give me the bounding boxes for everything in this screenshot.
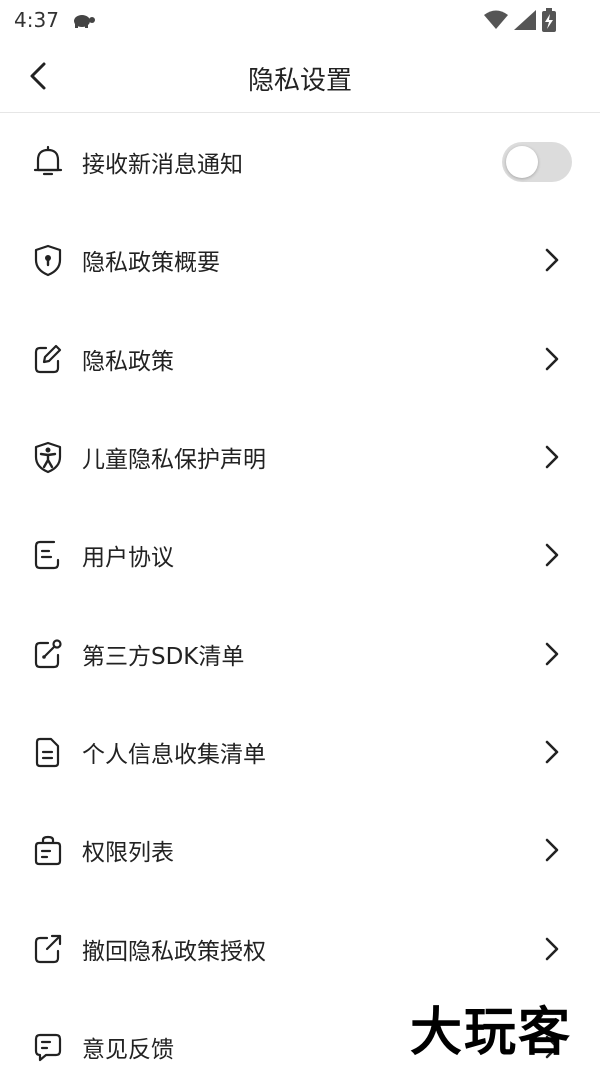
status-bar: 4:37 (0, 0, 600, 40)
wifi-icon (484, 10, 508, 34)
signal-icon (514, 10, 536, 34)
chevron-right-icon (540, 935, 564, 963)
watermark: 大玩客 (410, 1002, 573, 1063)
header: 隐私设置 (0, 40, 600, 113)
menu-item-revoke-authorization[interactable]: 撤回隐私政策授权 (0, 899, 600, 997)
chevron-right-icon (540, 246, 564, 274)
menu-item-label: 隐私政策概要 (82, 250, 220, 277)
chevron-right-icon (540, 443, 564, 471)
notification-label: 接收新消息通知 (82, 152, 243, 179)
notification-toggle[interactable] (502, 142, 572, 183)
menu-item-label: 撤回隐私政策授权 (82, 938, 266, 965)
external-link-icon (30, 931, 66, 967)
menu-item-label: 隐私政策 (82, 348, 174, 375)
menu-item-label: 用户协议 (82, 545, 174, 572)
status-icons (484, 8, 556, 36)
menu-item-permissions[interactable]: 权限列表 (0, 801, 600, 899)
menu-item-privacy-summary[interactable]: 隐私政策概要 (0, 211, 600, 309)
menu-item-label: 个人信息收集清单 (82, 741, 266, 768)
menu-item-privacy-policy[interactable]: 隐私政策 (0, 310, 600, 408)
menu-item-label: 第三方SDK清单 (82, 643, 245, 670)
chevron-right-icon (540, 345, 564, 373)
edit-icon (30, 341, 66, 377)
link-edit-icon (30, 636, 66, 672)
chevron-right-icon (540, 836, 564, 864)
menu-item-personal-info[interactable]: 个人信息收集清单 (0, 703, 600, 801)
menu-item-user-agreement[interactable]: 用户协议 (0, 506, 600, 604)
battery-charging-icon (542, 8, 556, 36)
menu-item-label: 意见反馈 (82, 1036, 174, 1063)
menu-item-label: 儿童隐私保护声明 (82, 447, 266, 474)
settings-list: 接收新消息通知 隐私政策概要 隐私政策 儿童隐私保护声明 用户协议 第三方SDK… (0, 113, 600, 1066)
file-icon (30, 734, 66, 770)
document-icon (30, 537, 66, 573)
child-shield-icon (30, 439, 66, 475)
chevron-right-icon (540, 541, 564, 569)
menu-item-child-privacy[interactable]: 儿童隐私保护声明 (0, 408, 600, 506)
message-icon (30, 1029, 66, 1065)
chevron-right-icon (540, 640, 564, 668)
turtle-icon (70, 12, 96, 32)
bell-icon (30, 144, 66, 180)
shield-lock-icon (30, 242, 66, 278)
menu-item-third-party-sdk[interactable]: 第三方SDK清单 (0, 604, 600, 702)
bag-icon (30, 832, 66, 868)
page-title: 隐私设置 (247, 66, 352, 96)
chevron-right-icon (540, 738, 564, 766)
menu-item-label: 权限列表 (82, 840, 174, 867)
status-time: 4:37 (14, 8, 59, 32)
toggle-knob (506, 146, 538, 179)
notification-row: 接收新消息通知 (0, 113, 600, 211)
